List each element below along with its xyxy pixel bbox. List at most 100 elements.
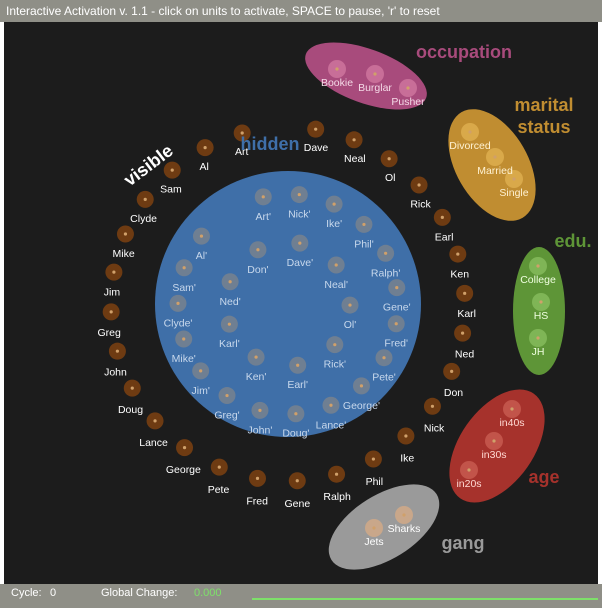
- label-hidden-karl-prime: Karl': [219, 338, 240, 350]
- unit-visible-clyde-dot: [143, 197, 147, 201]
- unit-visible-sam-dot: [170, 168, 174, 172]
- unit-occupation-pusher-dot: [406, 86, 410, 90]
- label-edu-jh: JH: [532, 346, 545, 358]
- label-hidden-neal-prime: Neal': [324, 279, 348, 291]
- label-hidden-ned-prime: Ned': [219, 296, 240, 308]
- label-hidden-art-prime: Art': [256, 211, 271, 223]
- unit-visible-ken-dot: [456, 252, 460, 256]
- label-hidden-ol-prime: Ol': [344, 319, 357, 331]
- label-occupation-bookie: Bookie: [321, 77, 353, 89]
- group-label-age: age: [528, 467, 559, 487]
- group-label-occupation: occupation: [416, 42, 512, 62]
- unit-visible-john-dot: [115, 349, 120, 353]
- unit-visible-mike-dot: [123, 232, 128, 236]
- label-occupation-burglar: Burglar: [358, 82, 392, 94]
- unit-hidden-nick-prime-dot: [297, 192, 301, 197]
- label-hidden-phil-prime: Phil': [354, 238, 374, 250]
- unit-hidden-sam-prime-dot: [182, 266, 186, 270]
- label-visible-fred: Fred: [246, 495, 268, 507]
- label-hidden-john-prime: John': [248, 424, 273, 436]
- global-change-value: 0.000: [194, 587, 222, 599]
- unit-visible-al-dot: [203, 146, 207, 150]
- unit-visible-doug-dot: [130, 386, 134, 390]
- unit-hidden-karl-prime-dot: [227, 322, 231, 326]
- label-visible-ike: Ike: [400, 453, 414, 465]
- label-gang-jets: Jets: [364, 536, 383, 548]
- group-label-gang: gang: [442, 533, 485, 553]
- label-visible-don: Don: [444, 387, 463, 399]
- unit-hidden-mike-prime-dot: [182, 337, 186, 341]
- label-visible-george: George: [166, 464, 201, 476]
- unit-hidden-greg-prime-dot: [225, 393, 229, 398]
- unit-visible-jim-dot: [112, 270, 116, 274]
- label-hidden-gene-prime: Gene': [383, 302, 411, 314]
- unit-hidden-earl-prime-dot: [296, 363, 300, 367]
- unit-edu-jh-dot: [536, 336, 540, 340]
- unit-hidden-phil-prime-dot: [362, 222, 366, 227]
- label-visible-mike: Mike: [113, 248, 135, 260]
- unit-hidden-doug-prime-dot: [294, 412, 298, 416]
- unit-hidden-ken-prime-dot: [254, 355, 258, 359]
- label-hidden-jim-prime: Jim': [191, 385, 209, 397]
- unit-visible-pete-dot: [217, 465, 221, 469]
- unit-hidden-fred-prime-dot: [394, 322, 398, 326]
- group-label-status: status: [517, 117, 570, 137]
- unit-hidden-al-prime-dot: [199, 234, 204, 238]
- label-visible-john: John: [104, 367, 127, 379]
- label-hidden-rick-prime: Rick': [324, 359, 346, 371]
- label-hidden-ken-prime: Ken': [246, 371, 267, 383]
- unit-edu-college-dot: [536, 264, 540, 268]
- global-change-label: Global Change:: [101, 587, 178, 599]
- label-marital-single: Single: [499, 187, 528, 199]
- unit-hidden-ol-prime-dot: [348, 303, 352, 307]
- unit-occupation-burglar-dot: [373, 72, 377, 76]
- unit-visible-ralph-dot: [334, 472, 339, 476]
- label-edu-hs: HS: [534, 310, 549, 322]
- unit-hidden-dave-prime-dot: [298, 241, 302, 245]
- unit-age-in40s-dot: [510, 407, 514, 411]
- unit-hidden-ralph-prime-dot: [384, 251, 388, 255]
- unit-visible-gene-dot: [295, 479, 299, 483]
- unit-hidden-gene-prime-dot: [395, 286, 399, 290]
- unit-gang-sharks-dot: [402, 513, 406, 517]
- label-visible-dave: Dave: [304, 142, 329, 154]
- label-visible-rick: Rick: [410, 199, 431, 211]
- label-visible-greg: Greg: [98, 327, 122, 339]
- label-hidden-earl-prime: Earl': [287, 379, 308, 391]
- label-hidden-doug-prime: Doug': [282, 428, 309, 440]
- label-visible-jim: Jim: [104, 287, 121, 299]
- unit-visible-don-dot: [450, 369, 454, 374]
- unit-hidden-pete-prime-dot: [382, 356, 386, 360]
- unit-hidden-neal-prime-dot: [334, 263, 338, 267]
- label-hidden-clyde-prime: Clyde': [164, 317, 193, 329]
- label-hidden-al-prime: Al': [196, 250, 207, 262]
- unit-hidden-george-prime-dot: [359, 384, 364, 388]
- label-visible-clyde: Clyde: [130, 213, 157, 225]
- unit-visible-fred-dot: [255, 476, 260, 480]
- network-svg[interactable]: Dave Neal Ol Rick Earl Ken Karl Ned Don Nick Ike Ph…: [4, 22, 598, 584]
- label-visible-ken: Ken: [450, 269, 469, 281]
- unit-visible-nick-dot: [430, 404, 435, 408]
- unit-visible-phil-dot: [371, 457, 375, 461]
- label-hidden-pete-prime: Pete': [372, 372, 396, 384]
- group-label-edu: edu.: [554, 231, 591, 251]
- unit-hidden-john-prime-dot: [258, 408, 262, 412]
- network-canvas[interactable]: Dave Neal Ol Rick Earl Ken Karl Ned Don Nick Ike Ph…: [4, 22, 598, 584]
- label-marital-married: Married: [477, 165, 513, 177]
- window-title: Interactive Activation v. 1.1 - click on…: [0, 0, 602, 22]
- label-visible-doug: Doug: [118, 404, 143, 416]
- label-age-in40s: in40s: [499, 417, 524, 429]
- label-hidden-fred-prime: Fred': [384, 338, 408, 350]
- label-visible-ralph: Ralph: [323, 491, 351, 503]
- unit-gang-jets-dot: [372, 526, 376, 530]
- unit-age-in30s-dot: [492, 439, 496, 443]
- unit-visible-george-dot: [182, 446, 187, 450]
- unit-edu-hs-dot: [539, 300, 543, 304]
- label-visible-al: Al: [200, 161, 209, 173]
- label-visible-lance: Lance: [139, 437, 168, 449]
- unit-visible-rick-dot: [417, 183, 421, 187]
- label-hidden-george-prime: George': [343, 400, 380, 412]
- unit-hidden-lance-prime-dot: [329, 403, 333, 407]
- unit-age-in20s-dot: [467, 468, 471, 472]
- unit-marital-divorced-dot: [468, 130, 472, 134]
